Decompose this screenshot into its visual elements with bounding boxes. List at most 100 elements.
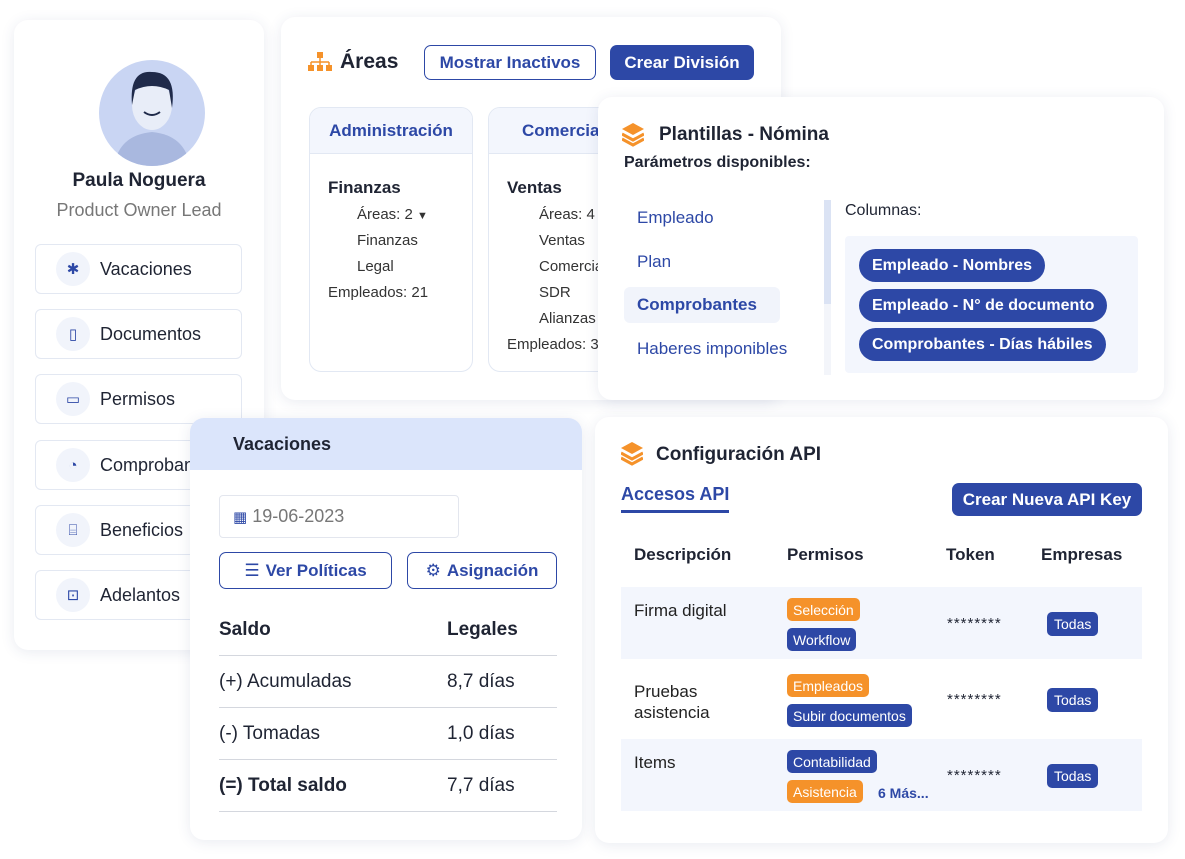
employee-count: Empleados: 21	[328, 284, 429, 301]
row-label: (-) Tomadas	[219, 722, 321, 744]
gear-icon: ⚙	[425, 560, 441, 580]
list-search-icon: ☰	[244, 560, 260, 580]
column-chip[interactable]: Empleado - N° de documento	[859, 289, 1108, 322]
menu-label: Documentos	[100, 323, 202, 344]
api-config-card: Configuración API Accesos API Crear Nuev…	[595, 417, 1168, 843]
param-item[interactable]: Empleado	[637, 208, 714, 228]
row-description: Items	[634, 753, 676, 772]
money-window-icon: ⊡	[56, 578, 90, 612]
plantillas-title: Plantillas - Nómina	[659, 124, 829, 145]
menu-label: Beneficios	[100, 519, 184, 540]
param-item-label: Comprobantes	[637, 295, 757, 314]
empresas-badge: Todas	[1047, 764, 1099, 788]
param-item[interactable]: Haberes imponibles	[637, 339, 787, 359]
area-item: Ventas	[539, 232, 585, 249]
create-api-key-button[interactable]: Crear Nueva API Key	[952, 483, 1142, 516]
areas-count-dropdown[interactable]: Áreas: 2 ▼	[357, 206, 428, 223]
palm-tree-icon: ✱	[56, 252, 90, 286]
api-title: Configuración API	[656, 444, 822, 465]
row-description: Pruebas asistencia	[634, 682, 710, 722]
plantillas-card: Plantillas - Nómina Parámetros disponibl…	[598, 97, 1164, 400]
tab-accesos-api[interactable]: Accesos API	[621, 484, 730, 513]
menu-label: Permisos	[100, 388, 176, 409]
params-label: Parámetros disponibles:	[624, 154, 811, 171]
permission-tag: Asistencia	[787, 780, 863, 803]
caret-down-icon: ▼	[417, 210, 428, 222]
profile-role: Product Owner Lead	[56, 200, 222, 220]
ver-politicas-button[interactable]: ☰ Ver Políticas	[219, 552, 392, 589]
row-value: 1,0 días	[447, 722, 515, 744]
token-value: ********	[947, 615, 1002, 632]
permission-tag: Subir documentos	[787, 704, 912, 727]
asignacion-button[interactable]: ⚙ Asignación	[407, 552, 557, 589]
division-name: Ventas	[507, 178, 562, 197]
permission-tag: Contabilidad	[787, 750, 877, 773]
row-label: (=) Total saldo	[219, 774, 347, 796]
more-permissions-link[interactable]: 6 Más...	[878, 785, 929, 801]
col-header: Permisos	[787, 545, 864, 564]
area-item: Alianzas	[539, 310, 596, 327]
permission-tag: Selección	[787, 598, 860, 621]
col-header: Legales	[447, 618, 518, 640]
param-item[interactable]: Plan	[637, 252, 671, 272]
area-item: SDR	[539, 284, 571, 301]
table-header: Saldo Legales	[219, 604, 557, 656]
calendar-icon: ▦	[233, 508, 248, 526]
document-icon: ▯	[56, 317, 90, 351]
avatar	[99, 60, 205, 166]
button-label: Ver Políticas	[265, 560, 367, 580]
row-value: 8,7 días	[447, 670, 515, 692]
col-header: Token	[946, 545, 995, 564]
menu-item-vacaciones[interactable]: ✱ Vacaciones	[35, 244, 242, 294]
table-row[interactable]: Items Contabilidad Asistencia 6 Más... *…	[621, 739, 1142, 811]
table-row: (=) Total saldo 7,7 días	[219, 760, 557, 812]
area-item: Comercial	[539, 258, 607, 275]
col-header: Descripción	[634, 545, 732, 564]
menu-item-documentos[interactable]: ▯ Documentos	[35, 309, 242, 359]
table-row[interactable]: Pruebas asistencia Empleados Subir docum…	[621, 663, 1142, 735]
row-description: Firma digital	[634, 601, 727, 620]
layers-icon	[621, 442, 643, 466]
col-header: Saldo	[219, 618, 271, 640]
table-row: (+) Acumuladas 8,7 días	[219, 656, 557, 708]
areas-count: Áreas: 2	[357, 206, 413, 223]
show-inactive-button[interactable]: Mostrar Inactivos	[424, 45, 596, 80]
vacaciones-title: Vacaciones	[190, 418, 582, 470]
row-label: (+) Acumuladas	[219, 670, 352, 692]
area-item: Finanzas	[357, 232, 418, 249]
token-value: ********	[947, 691, 1002, 708]
employee-count: Empleados: 3	[507, 336, 599, 353]
org-chart-icon	[308, 52, 332, 71]
menu-item-permisos[interactable]: ▭ Permisos	[35, 374, 242, 424]
table-row[interactable]: Firma digital Selección Workflow *******…	[621, 587, 1142, 659]
areas-title: Áreas	[340, 50, 399, 73]
permission-tag: Workflow	[787, 628, 857, 651]
division-header: Administración	[310, 108, 472, 154]
scrollbar[interactable]	[824, 200, 831, 375]
menu-label: Adelantos	[100, 584, 181, 605]
area-item: Legal	[357, 258, 394, 275]
permission-tag: Empleados	[787, 674, 870, 697]
division-name: Finanzas	[328, 178, 401, 197]
table-row: (-) Tomadas 1,0 días	[219, 708, 557, 760]
division-card[interactable]: Administración Finanzas Áreas: 2 ▼ Finan…	[309, 107, 473, 372]
date-value: 19-06-2023	[252, 506, 345, 526]
button-label: Asignación	[446, 560, 539, 580]
column-chip[interactable]: Empleado - Nombres	[859, 249, 1046, 282]
row-value: 7,7 días	[447, 774, 515, 796]
columns-label: Columnas:	[845, 202, 922, 219]
layers-icon	[622, 123, 644, 147]
areas-count-dropdown[interactable]: Áreas: 4	[539, 206, 595, 223]
gift-icon: ⌸	[56, 513, 90, 547]
vacaciones-card: Vacaciones ▦ 19-06-2023 ☰ Ver Políticas ⚙ A…	[190, 418, 582, 840]
token-value: ********	[947, 767, 1002, 784]
column-chip[interactable]: Comprobantes - Días hábiles	[859, 328, 1106, 361]
menu-label: Vacaciones	[100, 258, 192, 279]
empresas-badge: Todas	[1047, 688, 1099, 712]
empresas-badge: Todas	[1047, 612, 1099, 636]
create-division-button[interactable]: Crear División	[610, 45, 754, 80]
col-header: Empresas	[1041, 545, 1123, 564]
profile-name: Paula Noguera	[72, 170, 206, 191]
laptop-check-icon: ▭	[56, 382, 90, 416]
date-input[interactable]: ▦ 19-06-2023	[219, 495, 459, 538]
